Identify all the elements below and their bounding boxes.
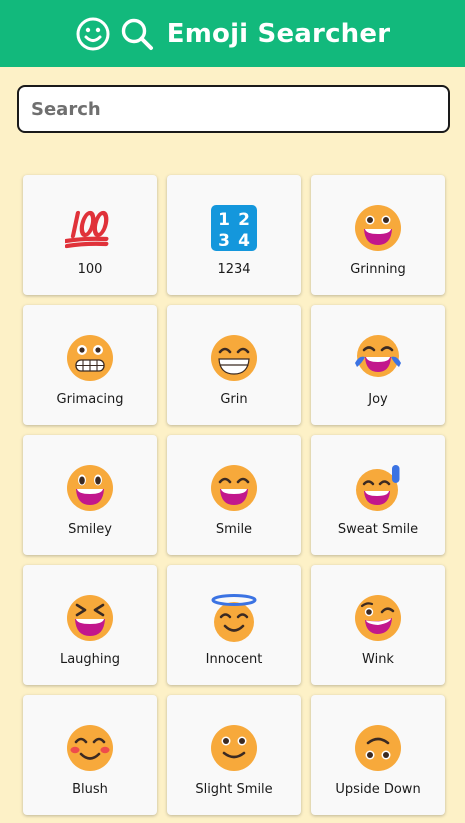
emoji-label: Smiley (68, 522, 112, 537)
emoji-card-blush[interactable]: Blush (23, 695, 157, 815)
search-container (17, 85, 450, 133)
app-header: Emoji Searcher (0, 0, 465, 67)
search-icon (119, 16, 155, 52)
emoji-label: 100 (77, 262, 103, 277)
emoji-label: 1234 (217, 262, 251, 277)
app-title: Emoji Searcher (166, 18, 391, 49)
grinning-face-icon (353, 203, 403, 253)
emoji-card-grinning[interactable]: Grinning (311, 175, 445, 295)
emoji-card-wink[interactable]: Wink (311, 565, 445, 685)
svg-text:4: 4 (238, 231, 250, 251)
emoji-card-smile[interactable]: Smile (167, 435, 301, 555)
search-input[interactable] (17, 85, 450, 133)
emoji-label: Slight Smile (195, 782, 273, 797)
tears-of-joy-face-icon (353, 333, 403, 383)
svg-text:1: 1 (218, 210, 230, 230)
emoji-card-laughing[interactable]: Laughing (23, 565, 157, 685)
emoji-card-grimacing[interactable]: Grimacing (23, 305, 157, 425)
emoji-label: Blush (72, 782, 108, 797)
emoji-label: Innocent (205, 652, 263, 667)
emoji-label: Upside Down (335, 782, 421, 797)
emoji-grid: 100 12 34 1234 Grinning Grimacing Grin J… (23, 175, 445, 815)
emoji-label: Smile (215, 522, 253, 537)
emoji-label: Grimacing (56, 392, 124, 407)
blushing-face-icon (65, 723, 115, 773)
emoji-card-1234[interactable]: 12 34 1234 (167, 175, 301, 295)
emoji-card-joy[interactable]: Joy (311, 305, 445, 425)
svg-text:3: 3 (218, 231, 230, 251)
smiley-face-icon (65, 463, 115, 513)
slight-smile-face-icon (209, 723, 259, 773)
input-numbers-icon: 12 34 (209, 203, 259, 253)
svg-text:2: 2 (238, 210, 250, 230)
emoji-label: Sweat Smile (337, 522, 419, 537)
emoji-label: Wink (362, 652, 394, 667)
emoji-label: Grinning (350, 262, 406, 277)
emoji-card-upside-down[interactable]: Upside Down (311, 695, 445, 815)
emoji-card-innocent[interactable]: Innocent (167, 565, 301, 685)
grimacing-face-icon (65, 333, 115, 383)
laughing-face-icon (65, 593, 115, 643)
emoji-label: Joy (368, 392, 388, 407)
smile-face-icon (209, 463, 259, 513)
upside-down-face-icon (353, 723, 403, 773)
smiley-icon (75, 16, 111, 52)
emoji-card-smiley[interactable]: Smiley (23, 435, 157, 555)
hundred-points-icon (65, 203, 115, 253)
emoji-card-slight-smile[interactable]: Slight Smile (167, 695, 301, 815)
emoji-label: Grin (220, 392, 248, 407)
emoji-label: Laughing (59, 652, 121, 667)
emoji-card-sweat-smile[interactable]: Sweat Smile (311, 435, 445, 555)
emoji-card-100[interactable]: 100 (23, 175, 157, 295)
emoji-card-grin[interactable]: Grin (167, 305, 301, 425)
beaming-face-icon (209, 333, 259, 383)
sweat-smile-face-icon (353, 463, 403, 513)
winking-face-icon (353, 593, 403, 643)
halo-face-icon (209, 593, 259, 643)
